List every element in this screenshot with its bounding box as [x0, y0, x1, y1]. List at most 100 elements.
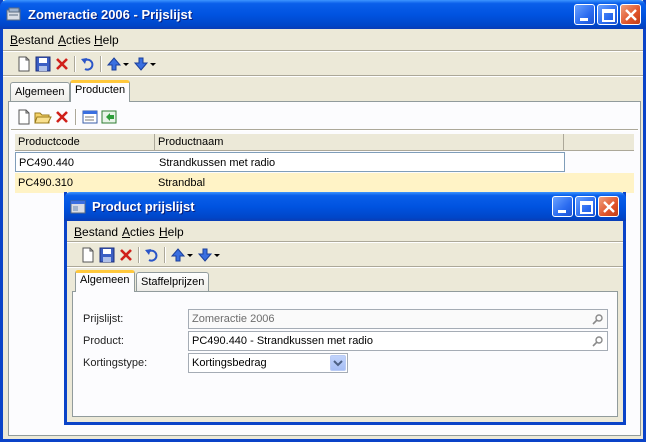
undo-icon	[145, 249, 158, 262]
toolbar-separator	[74, 56, 76, 72]
cell-productnaam: Strandkussen met radio	[159, 157, 276, 169]
kortingstype-select[interactable]: Kortingsbedrag	[188, 353, 348, 373]
kortingstype-dropdown-button[interactable]	[330, 355, 346, 371]
new-document-icon	[18, 109, 30, 125]
tab-algemeen-label: Algemeen	[15, 86, 65, 98]
prijslijst-field[interactable]: Zomeractie 2006	[188, 309, 608, 329]
prijslijst-lookup-button[interactable]	[590, 311, 606, 327]
export-icon	[101, 110, 117, 124]
grid-toolbar-divider	[11, 129, 638, 131]
delete-icon	[56, 58, 68, 70]
dialog-tab-staffelprijzen[interactable]: Staffelprijzen	[136, 272, 210, 292]
prijslijst-label: Prijslijst:	[83, 313, 124, 325]
dialog-move-down-dropdown[interactable]	[213, 246, 221, 264]
delete-icon	[120, 249, 132, 261]
save-button[interactable]	[34, 55, 52, 73]
dialog-new-button[interactable]	[79, 246, 97, 264]
chevron-down-icon	[123, 63, 129, 66]
menu-help[interactable]: Help	[94, 33, 119, 47]
toolbar-separator	[100, 56, 102, 72]
menu-acties-key: A	[58, 33, 67, 47]
cell-productcode: PC490.310	[18, 177, 74, 189]
grid-header: Productcode Productnaam	[15, 134, 634, 151]
dialog-tab-algemeen[interactable]: Algemeen	[75, 270, 135, 292]
dialog-toolbar	[74, 244, 274, 266]
save-icon	[99, 247, 115, 263]
product-lookup-button[interactable]	[590, 333, 606, 349]
close-button[interactable]	[620, 4, 641, 25]
maximize-button[interactable]	[597, 4, 618, 25]
menu-bestand-key: B	[10, 33, 19, 47]
menu-help-key: H	[159, 225, 168, 239]
menu-acties[interactable]: Acties	[122, 225, 155, 239]
dialog-maximize-button[interactable]	[575, 196, 596, 217]
grid-new-button[interactable]	[15, 108, 33, 126]
product-value: PC490.440 - Strandkussen met radio	[192, 335, 373, 347]
move-up-button[interactable]	[105, 55, 123, 73]
arrow-up-icon	[106, 57, 122, 71]
table-row[interactable]: PC490.440 Strandkussen met radio	[15, 152, 565, 172]
table-row-selected[interactable]: PC490.310 Strandbal	[15, 173, 634, 193]
grid-export-button[interactable]	[100, 108, 118, 126]
minimize-icon	[558, 210, 566, 213]
menu-acties-rest: cties	[130, 225, 155, 239]
open-folder-icon	[34, 112, 52, 124]
product-dialog: Product prijslijst Bestand Acties Help A…	[64, 192, 626, 425]
column-header-productcode[interactable]: Productcode	[15, 134, 155, 151]
menu-help[interactable]: Help	[159, 225, 184, 239]
undo-button[interactable]	[79, 55, 97, 73]
column-header-productnaam[interactable]: Productnaam	[155, 134, 564, 151]
dialog-minimize-button[interactable]	[552, 196, 573, 217]
menu-bestand-rest: estand	[18, 33, 55, 47]
dialog-move-up-dropdown[interactable]	[186, 246, 194, 264]
menu-acties-rest: cties	[66, 33, 91, 47]
menu-bestand-key: B	[74, 225, 83, 239]
new-document-icon	[18, 56, 30, 72]
grid-properties-button[interactable]	[81, 108, 99, 126]
menubar-divider	[3, 50, 643, 52]
tab-producten[interactable]: Producten	[70, 80, 131, 102]
menu-acties-key: A	[122, 225, 131, 239]
chevron-down-icon	[187, 254, 193, 257]
menu-acties[interactable]: Acties	[58, 33, 91, 47]
menu-help-rest: elp	[167, 225, 184, 239]
move-up-dropdown[interactable]	[122, 55, 130, 73]
tab-algemeen[interactable]: Algemeen	[10, 82, 70, 102]
new-document-icon	[82, 247, 94, 263]
menu-bestand[interactable]: Bestand	[10, 33, 54, 47]
dialog-move-up-button[interactable]	[169, 246, 187, 264]
dialog-save-button[interactable]	[98, 246, 116, 264]
dialog-menubar: Bestand Acties Help	[67, 222, 623, 242]
dialog-undo-button[interactable]	[143, 246, 161, 264]
dialog-move-down-button[interactable]	[196, 246, 214, 264]
close-icon	[625, 9, 637, 21]
kortingstype-label: Kortingstype:	[83, 357, 148, 369]
dialog-close-button[interactable]	[598, 196, 619, 217]
undo-icon	[81, 58, 94, 71]
menu-bestand[interactable]: Bestand	[74, 225, 118, 239]
new-button[interactable]	[15, 55, 33, 73]
dialog-title-bar[interactable]: Product prijslijst	[64, 192, 626, 221]
cell-productcode: PC490.440	[19, 157, 75, 169]
dialog-title: Product prijslijst	[92, 199, 195, 214]
minimize-icon	[580, 18, 588, 21]
main-window-title: Zomeractie 2006 - Prijslijst	[28, 7, 193, 22]
dialog-delete-button[interactable]	[117, 246, 135, 264]
dialog-tab-algemeen-label: Algemeen	[80, 274, 130, 286]
properties-icon	[82, 110, 98, 124]
delete-button[interactable]	[53, 55, 71, 73]
arrow-down-icon	[197, 248, 213, 262]
prijslijst-value: Zomeractie 2006	[192, 313, 275, 325]
grid-open-button[interactable]	[34, 108, 52, 126]
arrow-down-icon	[133, 57, 149, 71]
product-field[interactable]: PC490.440 - Strandkussen met radio	[188, 331, 608, 351]
maximize-icon	[580, 201, 593, 214]
main-title-bar[interactable]: Zomeractie 2006 - Prijslijst	[0, 0, 646, 29]
arrow-up-icon	[170, 248, 186, 262]
menu-bestand-rest: estand	[82, 225, 119, 239]
move-down-dropdown[interactable]	[149, 55, 157, 73]
grid-delete-button[interactable]	[53, 108, 71, 126]
toolbar-divider	[3, 75, 643, 77]
move-down-button[interactable]	[132, 55, 150, 73]
minimize-button[interactable]	[574, 4, 595, 25]
